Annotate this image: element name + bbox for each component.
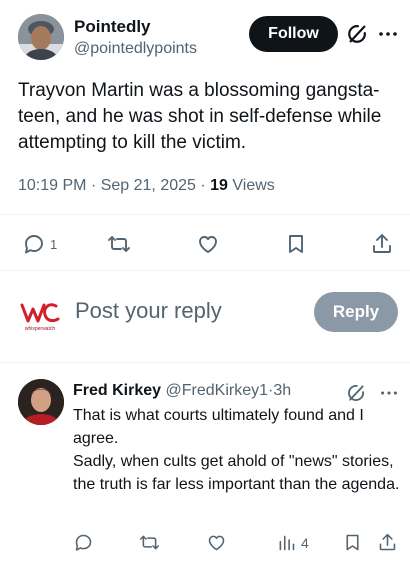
grok-icon[interactable] bbox=[346, 23, 368, 45]
meta-separator: · bbox=[90, 177, 97, 194]
reply-header: Fred Kirkey @FredKirkey1·3h bbox=[73, 382, 291, 400]
reply-time[interactable]: 3h bbox=[273, 382, 291, 399]
reply-author-handle[interactable]: @FredKirkey1 bbox=[166, 382, 269, 399]
reply-input[interactable]: Post your reply bbox=[75, 298, 222, 324]
like-action[interactable] bbox=[196, 232, 220, 256]
reply-icon bbox=[25, 235, 43, 254]
divider bbox=[0, 362, 410, 363]
views-action[interactable]: 4 bbox=[276, 532, 309, 553]
views-count: 19 bbox=[210, 177, 228, 194]
reply-count: 1 bbox=[50, 236, 58, 252]
svg-text:whisperwatch: whisperwatch bbox=[25, 326, 56, 332]
bookmark-icon bbox=[289, 235, 303, 253]
like-icon bbox=[199, 236, 217, 253]
whisperwatch-logo-icon: whisperwatch bbox=[20, 303, 60, 332]
meta-separator: · bbox=[200, 177, 206, 194]
reply-avatar-image bbox=[18, 379, 64, 425]
bookmark-action[interactable] bbox=[284, 232, 308, 256]
divider bbox=[0, 270, 410, 271]
reply-author-avatar[interactable] bbox=[18, 379, 64, 425]
more-options-icon[interactable] bbox=[376, 22, 400, 46]
author-name[interactable]: Pointedly bbox=[74, 17, 151, 37]
views-label: Views bbox=[232, 177, 275, 194]
reply-text-line: That is what courts ultimately found and… bbox=[73, 407, 364, 447]
retweet-action[interactable] bbox=[107, 232, 131, 256]
tweet-time[interactable]: 10:19 PM bbox=[18, 177, 86, 194]
bookmark-icon bbox=[346, 534, 359, 551]
follow-button[interactable]: Follow bbox=[249, 16, 338, 52]
more-options-icon[interactable] bbox=[378, 382, 400, 404]
reply-text-line: Sadly, when cults get ahold of "news" st… bbox=[73, 453, 400, 493]
grok-icon[interactable] bbox=[346, 383, 366, 403]
reply-author-name[interactable]: Fred Kirkey bbox=[73, 382, 161, 399]
author-handle[interactable]: @pointedlypoints bbox=[74, 40, 197, 58]
reply-action[interactable]: 1 bbox=[22, 232, 57, 256]
like-icon bbox=[208, 535, 225, 551]
share-action[interactable] bbox=[377, 532, 398, 553]
reply-text: That is what courts ultimately found and… bbox=[73, 404, 403, 496]
like-action[interactable] bbox=[206, 532, 227, 553]
reply-button[interactable]: Reply bbox=[314, 292, 398, 332]
reply-action[interactable] bbox=[73, 532, 94, 553]
retweet-icon bbox=[139, 535, 160, 550]
tweet-meta: 10:19 PM · Sep 21, 2025 · 19 Views bbox=[18, 177, 275, 195]
tweet-date[interactable]: Sep 21, 2025 bbox=[101, 177, 196, 194]
author-avatar[interactable] bbox=[18, 14, 64, 60]
share-icon bbox=[373, 234, 391, 253]
retweet-action[interactable] bbox=[139, 532, 160, 553]
tweet-text: Trayvon Martin was a blossoming gangsta-… bbox=[18, 80, 382, 153]
reply-views-count: 4 bbox=[301, 534, 309, 551]
reply-icon bbox=[75, 534, 92, 551]
retweet-icon bbox=[108, 236, 130, 252]
divider bbox=[0, 214, 410, 215]
share-action[interactable] bbox=[370, 232, 394, 256]
share-icon bbox=[379, 533, 396, 551]
composer-avatar-logo: whisperwatch bbox=[18, 296, 62, 332]
bookmark-action[interactable] bbox=[342, 532, 363, 553]
author-avatar-image bbox=[18, 14, 64, 60]
views-icon bbox=[279, 535, 295, 551]
